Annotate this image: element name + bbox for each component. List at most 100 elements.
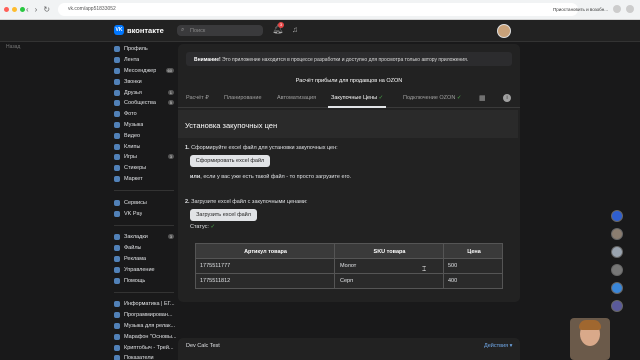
sidebar-item-label: Мессенджер <box>124 67 157 74</box>
column-divider <box>443 243 444 289</box>
sidebar-divider <box>114 219 174 226</box>
tab-planning-label: Планирование <box>224 95 262 101</box>
music-icon <box>114 121 120 128</box>
sidebar-item-label: Показатели <box>124 355 154 360</box>
sidebar-item[interactable]: Маркет <box>114 174 176 185</box>
menu-icon[interactable] <box>626 5 634 13</box>
search-placeholder: Поиск <box>190 27 206 34</box>
close-window-button[interactable] <box>4 7 9 12</box>
back-label[interactable]: Назад <box>6 44 20 50</box>
sidebar-item-label: Закладки <box>124 234 148 241</box>
sidebar-item[interactable]: Игры 3 <box>114 152 176 163</box>
profile-avatar-icon[interactable] <box>613 5 621 13</box>
sidebar-item[interactable]: Друзья 1 <box>114 87 176 98</box>
cell-article: 1775511812 <box>200 278 231 284</box>
table-row: 1775511777 Молот 500 <box>195 259 503 274</box>
webcam-overlay <box>570 318 610 360</box>
photo-icon <box>114 111 120 118</box>
chat-avatar[interactable] <box>611 246 623 258</box>
phone-icon <box>114 78 120 85</box>
app-name: Dev Calc Test <box>186 343 220 349</box>
sidebar-item-label: VK Pay <box>124 210 143 217</box>
music-note-icon[interactable]: ♫ <box>292 25 298 34</box>
tab-calc[interactable]: Расчёт ₽ <box>186 95 209 101</box>
sidebar-item-label: Программирован... <box>124 312 173 319</box>
tab-planning[interactable]: Планирование <box>224 95 262 101</box>
chat-avatar[interactable] <box>611 210 623 222</box>
reload-icon[interactable]: ↻ <box>43 5 50 14</box>
chat-avatar[interactable] <box>611 300 623 312</box>
step-1-instruction: Сформируйте excel файл для установки зак… <box>189 145 338 151</box>
maximize-window-button[interactable] <box>20 7 25 12</box>
sidebar-item[interactable]: Помощь <box>114 275 176 286</box>
avatar[interactable] <box>497 24 511 38</box>
vk-logo[interactable]: VK вконтакте <box>114 25 164 35</box>
actions-dropdown[interactable]: Действия ▾ <box>484 343 512 349</box>
cell-sku: Серп <box>340 278 354 284</box>
sidebar-item[interactable]: Сообщества 5 <box>114 98 176 109</box>
tab-automation[interactable]: Автоматизация <box>277 95 316 101</box>
sidebar-item[interactable]: VK Pay <box>114 208 176 219</box>
upload-excel-button[interactable]: Загрузить excel файл <box>190 209 257 221</box>
sidebar-item-label: Управление <box>124 266 155 273</box>
tab-calc-label: Расчёт ₽ <box>186 95 209 101</box>
profile-label[interactable]: Приостановить и возобн... <box>553 7 608 12</box>
sidebar-item[interactable]: Лента <box>114 55 176 66</box>
check-icon: ✓ <box>456 95 462 101</box>
count-badge: 3 <box>167 154 174 160</box>
sidebar-item[interactable]: Закладки 3 <box>114 232 176 243</box>
cell-price[interactable]: 400 <box>448 278 457 284</box>
sidebar-item[interactable]: Стикеры <box>114 163 176 174</box>
count-badge: 1 <box>167 89 174 95</box>
minimize-window-button[interactable] <box>12 7 17 12</box>
chat-avatar[interactable] <box>611 228 623 240</box>
vkpay-icon <box>114 210 120 217</box>
market-icon <box>114 175 120 182</box>
count-badge: 3 <box>167 234 174 240</box>
sidebar-item[interactable]: Музыка <box>114 120 176 131</box>
grid-icon[interactable]: ▦ <box>479 94 486 102</box>
col-header-article: Артикул товара <box>244 249 287 255</box>
video-icon <box>114 132 120 139</box>
tab-ozon-connect[interactable]: Подключение OZON ✓ <box>403 95 461 101</box>
sidebar-item-label: Помощь <box>124 277 146 284</box>
cell-price[interactable]: 500 <box>448 263 457 269</box>
sidebar-item[interactable]: Музыка для релак... <box>114 321 176 332</box>
sidebar-item[interactable]: Сервисы <box>114 197 176 208</box>
sidebar-item[interactable]: Файлы <box>114 243 176 254</box>
app-icon <box>114 301 120 308</box>
sidebar-item[interactable]: Показатели <box>114 353 176 360</box>
sidebar-item[interactable]: Информатика | ЕГ... <box>114 299 176 310</box>
sidebar: Профиль Лента Мессенджер 60 Звонки Друзья 1 Соо… <box>114 44 176 360</box>
sidebar-item[interactable]: Фото <box>114 109 176 120</box>
sidebar-item[interactable]: Звонки <box>114 76 176 87</box>
forward-arrow-icon[interactable]: › <box>35 5 38 14</box>
sidebar-item[interactable]: Марафон "Основы... <box>114 331 176 342</box>
sidebar-item[interactable]: Мессенджер 60 <box>114 66 176 77</box>
sidebar-item[interactable]: Клипы <box>114 141 176 152</box>
sidebar-item[interactable]: Криптобыч - Трей... <box>114 342 176 353</box>
vk-logo-text: вконтакте <box>127 25 164 35</box>
message-icon <box>114 67 120 74</box>
address-bar[interactable]: vk.com/app51833052 <box>58 3 578 16</box>
sidebar-item[interactable]: Видео <box>114 130 176 141</box>
sidebar-item[interactable]: Профиль <box>114 44 176 55</box>
info-icon[interactable]: i <box>503 94 511 102</box>
sidebar-item-label: Реклама <box>124 255 147 262</box>
generate-excel-button[interactable]: Сформировать excel файл <box>190 155 270 167</box>
sidebar-item-label: Марафон "Основы... <box>124 333 176 340</box>
app-icon <box>114 322 120 329</box>
sidebar-item[interactable]: Реклама <box>114 254 176 265</box>
right-rail <box>606 210 628 318</box>
back-arrow-icon[interactable]: ‹ <box>26 5 29 14</box>
count-badge: 5 <box>167 100 174 106</box>
tab-purchase-prices[interactable]: Закупочные Цены ✓ <box>331 95 383 101</box>
chat-avatar[interactable] <box>611 264 623 276</box>
search-input[interactable]: ⌕ Поиск <box>177 25 263 36</box>
sidebar-divider <box>114 184 174 192</box>
sidebar-item[interactable]: Программирован... <box>114 310 176 321</box>
chat-avatar[interactable] <box>611 282 623 294</box>
sidebar-item-label: Криптобыч - Трей... <box>124 344 174 351</box>
sidebar-item-label: Игры <box>124 154 137 161</box>
sidebar-item[interactable]: Управление <box>114 264 176 275</box>
